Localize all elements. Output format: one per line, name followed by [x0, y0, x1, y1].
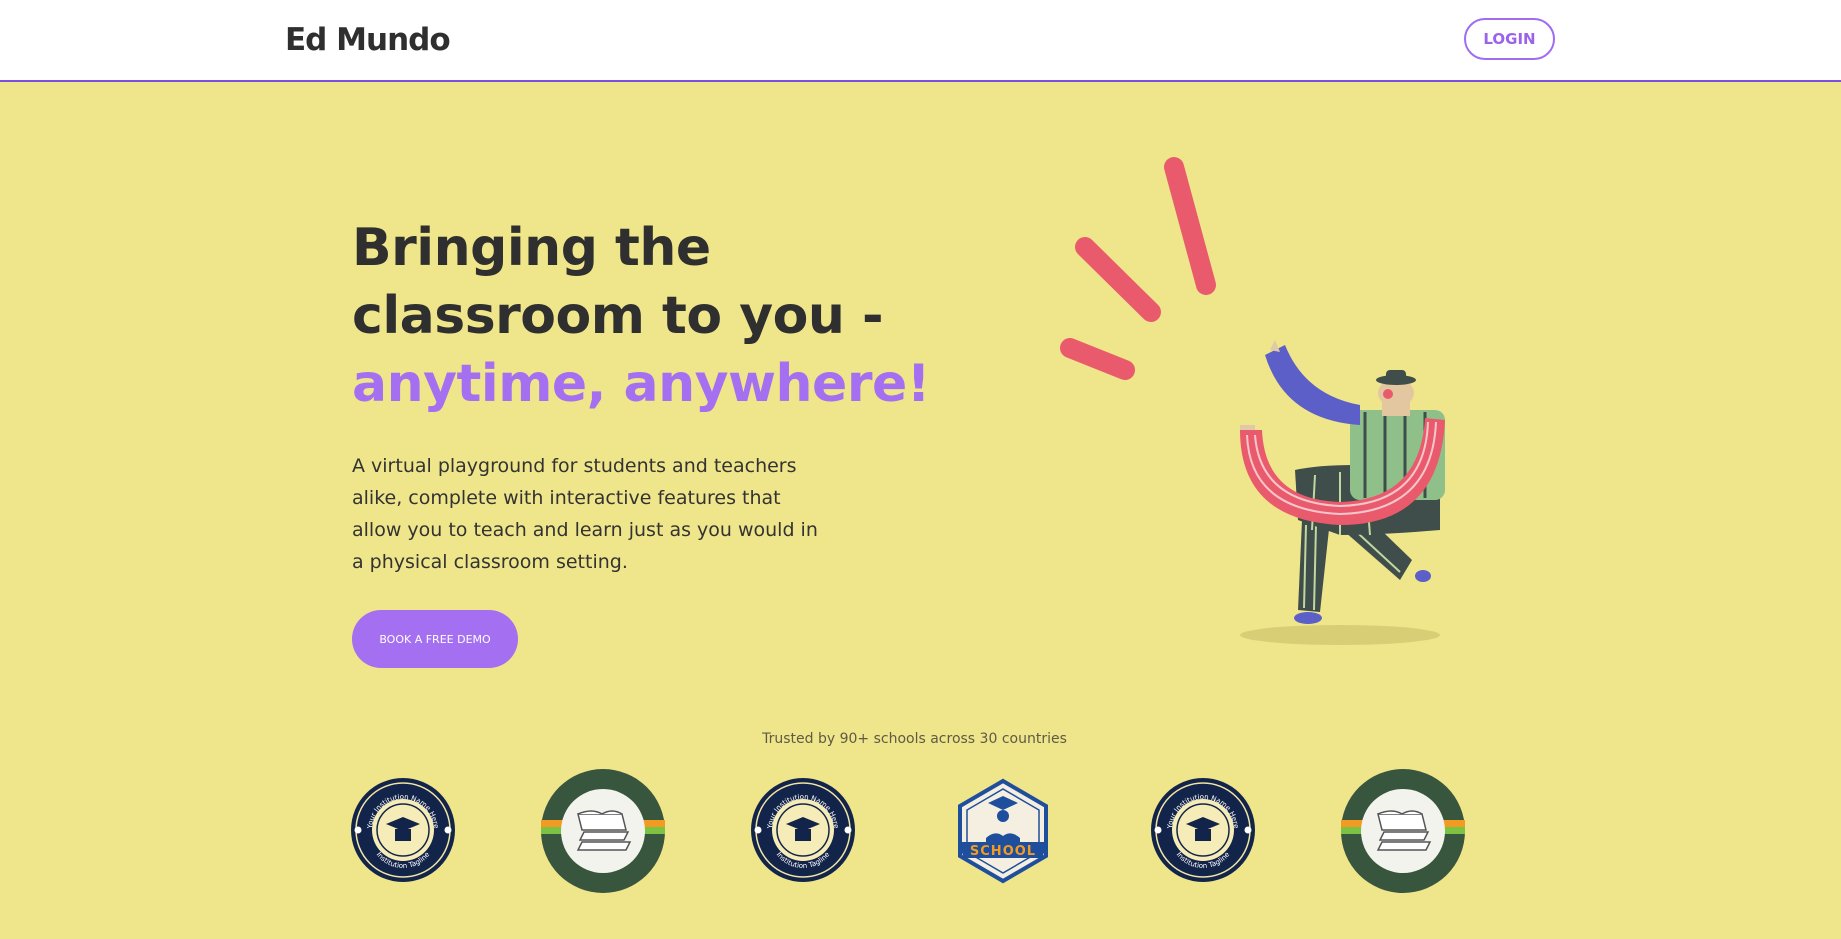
school-text: SCHOOL	[970, 844, 1036, 859]
brand-logo[interactable]: Ed Mundo	[285, 22, 451, 58]
green-book-seal-logo	[1341, 769, 1465, 893]
hero-title: Bringing the classroom to you - anytime,…	[352, 214, 930, 418]
institution-seal-logo: Your Institution Name Here Institution T…	[351, 778, 455, 882]
trusted-caption: Trusted by 90+ schools across 30 countri…	[762, 731, 1067, 747]
book-demo-button[interactable]: BOOK A FREE DEMO	[352, 610, 518, 668]
school-hexagon-logo: SCHOOL	[958, 778, 1048, 884]
hero-title-accent: anytime, anywhere!	[352, 354, 930, 414]
green-book-seal-logo	[541, 769, 665, 893]
hero-subtitle: A virtual playground for students and te…	[352, 455, 818, 573]
hero-illustration	[1060, 157, 1445, 645]
hero-title-line-1: Bringing the	[352, 218, 711, 278]
institution-seal-logo: Your Institution Name Here Institution T…	[1151, 778, 1255, 882]
top-navbar: Ed Mundo LOGIN	[0, 0, 1841, 82]
login-button[interactable]: LOGIN	[1464, 18, 1555, 60]
hero-title-line-2: classroom to you -	[352, 286, 884, 346]
motion-dashes	[1060, 157, 1216, 380]
institution-seal-logo: Your Institution Name Here Institution T…	[751, 778, 855, 882]
dancing-figure	[1240, 340, 1445, 624]
